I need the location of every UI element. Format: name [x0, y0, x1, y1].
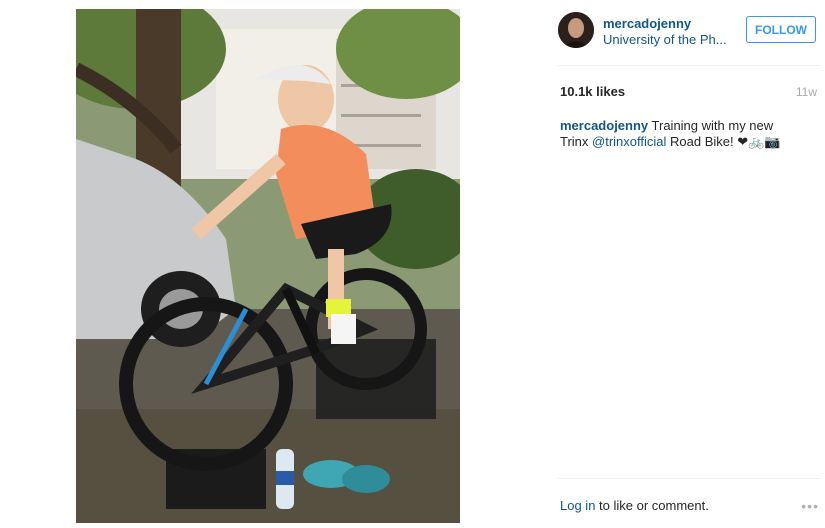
avatar[interactable]: [558, 12, 594, 48]
caption-mention[interactable]: @trinxofficial: [592, 134, 666, 149]
instagram-post: mercadojenny University of the Ph... FOL…: [0, 0, 825, 528]
post-header: mercadojenny University of the Ph... FOL…: [558, 12, 820, 52]
location-link[interactable]: University of the Ph...: [603, 32, 733, 47]
post-photo[interactable]: [76, 9, 460, 523]
caption-username[interactable]: mercadojenny: [560, 118, 648, 133]
post-age[interactable]: 11w: [796, 85, 817, 99]
username-link[interactable]: mercadojenny: [603, 16, 691, 31]
login-prompt: Log in to like or comment.: [560, 498, 709, 513]
login-link[interactable]: Log in: [560, 498, 595, 513]
header-divider: [558, 65, 820, 66]
login-prompt-text: to like or comment.: [595, 498, 709, 513]
post-side-panel: mercadojenny University of the Ph... FOL…: [548, 0, 825, 528]
cyclist-training-photo: [76, 9, 460, 523]
post-caption: mercadojenny Training with my new Trinx …: [560, 118, 800, 150]
follow-button[interactable]: FOLLOW: [746, 16, 816, 43]
more-options-icon[interactable]: •••: [801, 498, 819, 514]
avatar-image: [558, 12, 594, 48]
likes-count[interactable]: 10.1k likes: [560, 84, 625, 99]
caption-text-end: Road Bike! ❤🚲📷: [666, 134, 781, 149]
footer-divider: [558, 478, 820, 479]
